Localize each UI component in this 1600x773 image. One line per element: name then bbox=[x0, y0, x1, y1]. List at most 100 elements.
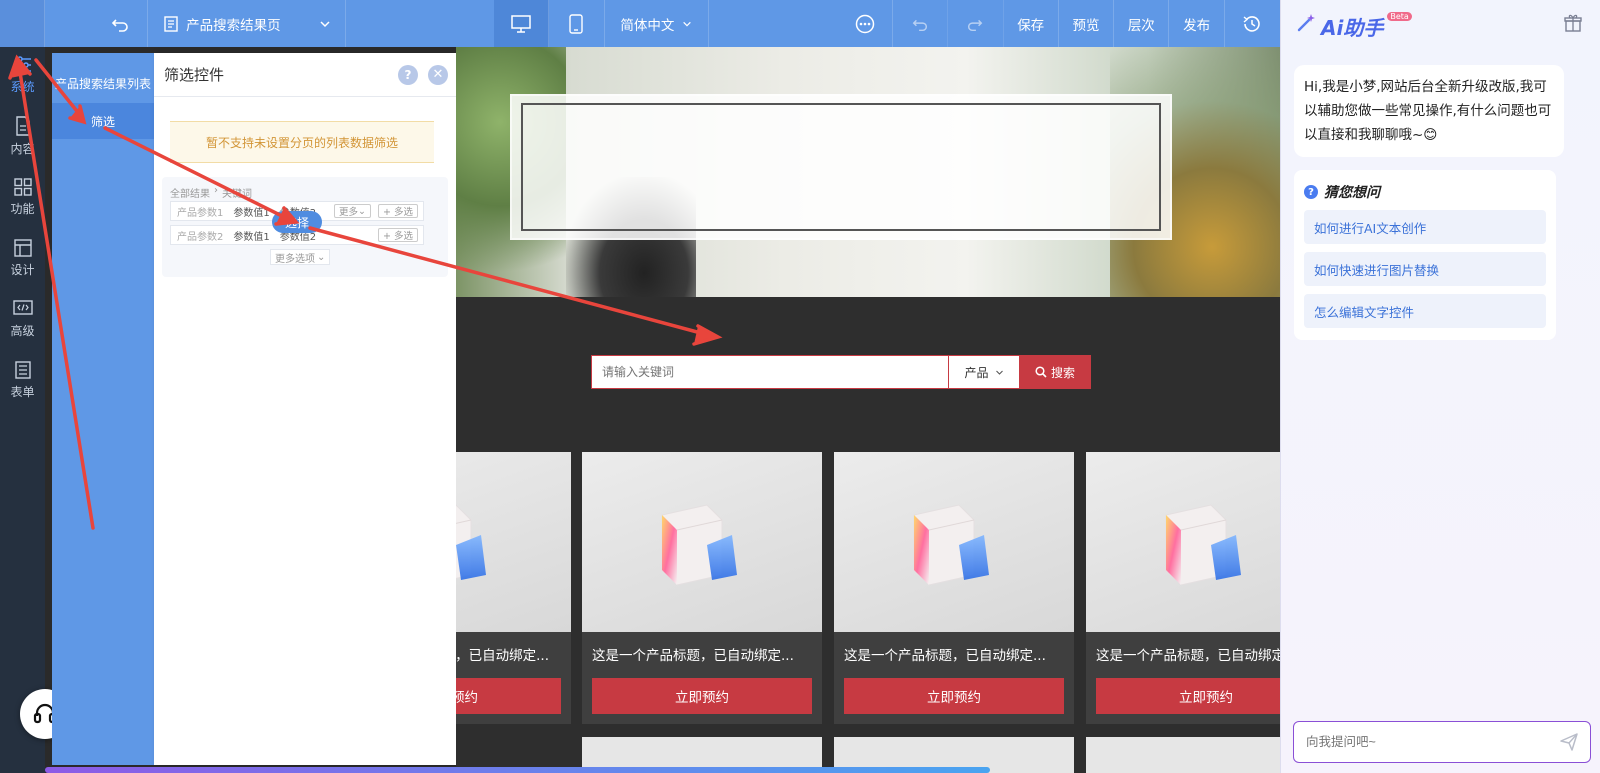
search-input[interactable] bbox=[591, 355, 949, 389]
sparkle-icon bbox=[1297, 14, 1315, 32]
suggestion-item[interactable]: 如何快速进行图片替换 bbox=[1304, 252, 1546, 286]
nav-item-form[interactable]: 表单 bbox=[0, 352, 45, 408]
product-title: 这是一个产品标题，已自动绑定... bbox=[592, 648, 794, 664]
nav-label: 表单 bbox=[10, 384, 35, 399]
nav-label: 内容 bbox=[10, 141, 35, 156]
grid-icon bbox=[13, 177, 32, 196]
ask-input[interactable] bbox=[1306, 735, 1526, 749]
chevron-down-icon bbox=[683, 21, 692, 27]
nav-label: 功能 bbox=[10, 201, 35, 216]
layers-button[interactable]: 层次 bbox=[1114, 0, 1170, 47]
toolbar-spacer bbox=[0, 0, 46, 47]
save-button[interactable]: 保存 bbox=[1004, 0, 1059, 47]
chevron-down-icon bbox=[995, 370, 1003, 375]
language-label: 简体中文 bbox=[620, 17, 675, 34]
form-icon bbox=[14, 360, 31, 379]
preview-more-tag: 更多 ⌄ bbox=[334, 204, 371, 218]
ask-box bbox=[1293, 721, 1591, 763]
redo-button[interactable] bbox=[948, 0, 1004, 47]
book-now-button[interactable]: 立即预约 bbox=[592, 678, 812, 714]
search-button[interactable]: 搜索 bbox=[1019, 355, 1091, 389]
chevron-down-icon bbox=[320, 20, 330, 27]
filter-control-panel: 筛选控件 ? ✕ 暂不支持未设置分页的列表数据筛选 全部结果 › 关键词 产品参… bbox=[154, 53, 456, 765]
product-card[interactable]: 这是一个产品标题，已自动绑定... 立即预约 bbox=[456, 452, 571, 724]
beta-badge: Beta bbox=[1387, 12, 1412, 21]
hero-text-box[interactable] bbox=[510, 94, 1172, 240]
product-cube-graphic bbox=[913, 504, 989, 585]
language-selector[interactable]: 简体中文 bbox=[605, 0, 710, 47]
more-dots-icon bbox=[855, 14, 874, 33]
product-title: 这是一个产品标题，已自动绑定... bbox=[844, 648, 1046, 664]
product-image bbox=[582, 452, 822, 632]
search-bar: 产品 搜索 bbox=[591, 355, 1091, 389]
more-button[interactable] bbox=[838, 0, 893, 47]
product-card[interactable]: 这是一个产品标题，已自动绑定... 立即预约 bbox=[582, 452, 822, 724]
suggestion-item[interactable]: 怎么编辑文字控件 bbox=[1304, 294, 1546, 328]
page-selector[interactable]: 产品搜索结果页 bbox=[148, 0, 346, 47]
panel-title: 筛选控件 bbox=[164, 66, 225, 84]
preview-more: 更多 bbox=[339, 207, 359, 218]
notice-banner: 暂不支持未设置分页的列表数据筛选 bbox=[170, 121, 434, 163]
assistant-brand: Ai助手 bbox=[1321, 16, 1384, 40]
preview-button[interactable]: 预览 bbox=[1059, 0, 1115, 47]
product-cube-graphic bbox=[661, 504, 737, 585]
history-button[interactable] bbox=[1225, 0, 1280, 47]
product-image bbox=[1086, 452, 1280, 632]
send-icon[interactable] bbox=[1560, 733, 1578, 751]
question-icon: ? bbox=[1304, 185, 1318, 199]
search-category-select[interactable]: 产品 bbox=[949, 355, 1019, 389]
preview-keyword: 关键词 bbox=[222, 189, 252, 200]
top-toolbar: 产品搜索结果页 简体中文 保存 预览 层次 发布 bbox=[0, 0, 1280, 47]
product-title: 这是一个产品标题，已自动绑定... bbox=[456, 648, 549, 664]
page-name: 产品搜索结果页 bbox=[186, 17, 281, 34]
notice-text: 暂不支持未设置分页的列表数据筛选 bbox=[205, 135, 398, 150]
nav-item-content[interactable]: 内容 bbox=[0, 108, 45, 164]
product-card-row2-partial bbox=[1086, 737, 1280, 773]
panel-header: 筛选控件 ? ✕ bbox=[154, 53, 456, 97]
nav-item-design[interactable]: 设计 bbox=[0, 230, 45, 286]
mobile-view-button[interactable] bbox=[549, 0, 605, 47]
nav-item-system[interactable]: 系统 bbox=[0, 47, 45, 103]
book-now-button[interactable]: 立即预约 bbox=[456, 678, 561, 714]
mobile-icon bbox=[569, 13, 584, 34]
nav-item-advanced[interactable]: 高级 bbox=[0, 291, 45, 347]
select-style-button[interactable]: 选择 bbox=[272, 211, 322, 233]
close-icon[interactable]: ✕ bbox=[428, 64, 448, 85]
toolbar-gap bbox=[709, 0, 837, 47]
filter-style-preview[interactable]: 全部结果 › 关键词 产品参数1 参数值1 参数值2 更多⌄ + 多选 产品参数… bbox=[162, 177, 448, 277]
search-button-label: 搜索 bbox=[1050, 365, 1075, 380]
undo-arrow-icon bbox=[112, 18, 129, 32]
hero-banner[interactable] bbox=[456, 47, 1280, 297]
help-icon[interactable]: ? bbox=[398, 64, 418, 85]
preview-separator: › bbox=[214, 185, 218, 196]
assistant-header: Ai助手 Beta bbox=[1295, 12, 1412, 41]
hero-text-frame bbox=[521, 103, 1161, 231]
product-card[interactable]: 这是一个产品标题，已自动绑定... 立即预约 bbox=[1086, 452, 1280, 724]
component-item-filter[interactable]: 筛选 bbox=[52, 103, 154, 139]
greeting-message: Hi,我是小梦,网站后台全新升级改版,我可以辅助您做一些常见操作,有什么问题也可… bbox=[1294, 65, 1564, 157]
sliders-icon bbox=[14, 55, 31, 74]
undo-button[interactable] bbox=[893, 0, 949, 47]
book-now-button[interactable]: 立即预约 bbox=[844, 678, 1064, 714]
preview-value1: 参数值1 bbox=[233, 207, 270, 219]
preview-multi-tag-1: + 多选 bbox=[378, 204, 418, 218]
product-card[interactable]: 这是一个产品标题，已自动绑定... 立即预约 bbox=[834, 452, 1074, 724]
product-cube-graphic bbox=[1165, 504, 1241, 585]
book-now-button[interactable]: 立即预约 bbox=[1096, 678, 1280, 714]
gift-icon[interactable] bbox=[1564, 14, 1582, 36]
preview-more-options-label: 更多选项 bbox=[275, 253, 315, 265]
desktop-view-button[interactable] bbox=[493, 0, 550, 47]
publish-button[interactable]: 发布 bbox=[1169, 0, 1225, 47]
nav-item-function[interactable]: 功能 bbox=[0, 169, 45, 225]
preview-all-results: 全部结果 bbox=[170, 189, 210, 200]
layout-icon bbox=[13, 238, 32, 257]
component-list-panel: 产品搜索结果列表 筛选 bbox=[52, 53, 154, 765]
suggestion-item[interactable]: 如何进行AI文本创作 bbox=[1304, 210, 1546, 244]
product-cube-graphic bbox=[456, 504, 486, 580]
suggestions-header: ? 猜您想问 bbox=[1304, 180, 1546, 202]
component-item-result-list[interactable]: 产品搜索结果列表 bbox=[52, 63, 154, 103]
horizontal-scrollbar[interactable] bbox=[45, 767, 990, 773]
product-image bbox=[834, 452, 1074, 632]
page-icon bbox=[164, 15, 178, 32]
back-button[interactable] bbox=[45, 0, 149, 47]
